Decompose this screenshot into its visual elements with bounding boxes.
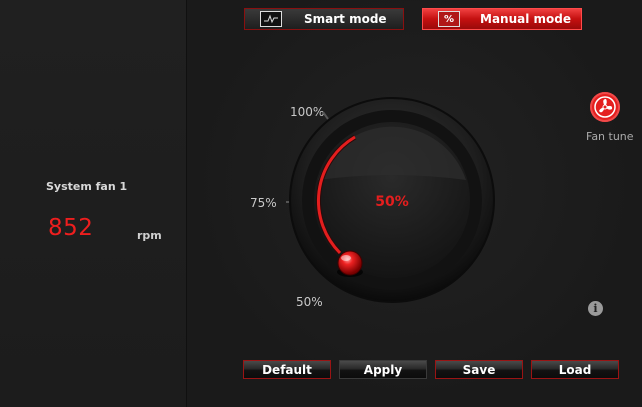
fan-icon[interactable]	[590, 92, 620, 122]
fan-tune-label[interactable]: Fan tune	[586, 130, 634, 143]
save-button[interactable]: Save	[435, 360, 523, 379]
dial-min-label: 50%	[296, 295, 323, 309]
fan-speed-unit: rpm	[137, 229, 162, 242]
manual-mode-button[interactable]: % Manual mode	[422, 8, 582, 30]
default-button[interactable]: Default	[243, 360, 331, 379]
fan-name: System fan 1	[46, 180, 128, 193]
dial-max-label: 100%	[290, 105, 325, 119]
percent-icon: %	[438, 11, 460, 27]
dial-value: 50%	[375, 194, 409, 210]
fan-speed-value: 852	[48, 215, 94, 241]
fan-info-panel: System fan 1 852 rpm	[0, 0, 187, 407]
smart-mode-button[interactable]: Smart mode	[244, 8, 404, 30]
manual-mode-label: Manual mode	[480, 12, 571, 26]
smart-mode-label: Smart mode	[304, 12, 387, 26]
info-icon[interactable]: i	[588, 301, 603, 316]
load-button[interactable]: Load	[531, 360, 619, 379]
curve-icon	[260, 11, 282, 27]
apply-button[interactable]: Apply	[339, 360, 427, 379]
dial-mid-label: 75%	[250, 196, 277, 210]
